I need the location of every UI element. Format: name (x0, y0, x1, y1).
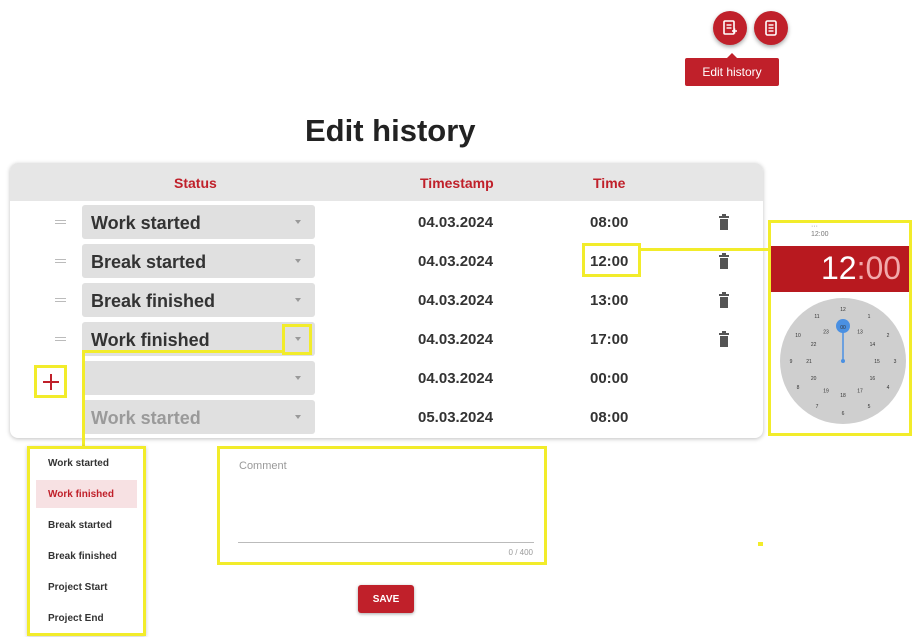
menu-item[interactable]: Project Start (36, 573, 137, 601)
status-select[interactable]: Work started (82, 205, 315, 239)
drag-handle-icon[interactable] (55, 337, 66, 341)
trash-icon[interactable] (716, 291, 732, 309)
clock-hour-inner[interactable]: 18 (840, 393, 846, 399)
hour-display[interactable]: 12 (821, 250, 857, 286)
chevron-down-icon (295, 376, 301, 380)
comment-field[interactable]: Comment 0 / 400 (217, 446, 547, 565)
edit-history-icon (723, 20, 737, 35)
timestamp-cell[interactable]: 04.03.2024 (418, 370, 493, 387)
menu-item[interactable]: Break started (36, 511, 137, 539)
status-select[interactable]: Break started (82, 244, 315, 278)
connector-line (82, 350, 85, 446)
time-cell[interactable]: 08:00 (590, 214, 628, 231)
tooltip: Edit history (685, 53, 779, 86)
status-select[interactable]: Break finished (82, 283, 315, 317)
edit-history-button[interactable] (713, 11, 747, 45)
notes-icon (765, 20, 777, 36)
status-value: Break finished (91, 291, 216, 311)
clock-hour-outer[interactable]: 12 (840, 307, 846, 313)
drag-handle-icon[interactable] (55, 298, 66, 302)
character-counter: 0 / 400 (508, 548, 533, 557)
status-dropdown-menu: Work started Work finished Break started… (27, 446, 146, 636)
status-value: Work started (91, 213, 201, 233)
clock-dial[interactable]: 121234567891011001314151617181920212223 (776, 294, 910, 428)
clock-hour-outer[interactable]: 2 (887, 333, 890, 339)
table-row: 04.03.2024 00:00 (10, 361, 763, 395)
table-row: Work started 04.03.2024 08:00 (10, 205, 763, 239)
time-cell[interactable]: 13:00 (590, 292, 628, 309)
clock-hour-outer[interactable]: 4 (887, 385, 890, 391)
dropdown-highlight (282, 324, 312, 355)
minute-display[interactable]: 00 (865, 250, 901, 286)
menu-item[interactable]: Break finished (36, 542, 137, 570)
comment-label: Comment (239, 460, 287, 472)
status-select[interactable] (82, 361, 315, 395)
plus-icon (42, 373, 59, 390)
status-value: Break started (91, 252, 207, 272)
highlight-marker (758, 542, 763, 546)
timestamp-cell[interactable]: 04.03.2024 (418, 253, 493, 270)
menu-item[interactable]: Work started (36, 449, 137, 477)
clock-hour-outer[interactable]: 8 (797, 385, 800, 391)
clock-hour-inner[interactable]: 15 (874, 359, 880, 365)
clock-hour-inner[interactable]: 23 (823, 330, 829, 336)
clock-hour-outer[interactable]: 9 (790, 359, 793, 365)
trash-icon[interactable] (716, 213, 732, 231)
table-row: Break finished 04.03.2024 13:00 (10, 283, 763, 317)
menu-item-selected[interactable]: Work finished (36, 480, 137, 508)
save-button[interactable]: SAVE (358, 585, 414, 613)
clock-hour-outer[interactable]: 10 (795, 333, 801, 339)
time-cell[interactable]: 00:00 (590, 370, 628, 387)
clock-hour-inner[interactable]: 19 (823, 388, 829, 394)
clock-hour-outer[interactable]: 1 (868, 314, 871, 320)
chevron-down-icon (295, 220, 301, 224)
clock-hour-outer[interactable]: 3 (894, 359, 897, 365)
timestamp-cell[interactable]: 04.03.2024 (418, 292, 493, 309)
chevron-down-icon (295, 298, 301, 302)
clock-hour-inner[interactable]: 21 (806, 359, 812, 365)
time-picker-header: 12:00 (771, 246, 909, 292)
notes-button[interactable] (754, 11, 788, 45)
clock-hour-inner[interactable]: 16 (870, 376, 876, 382)
chevron-down-icon (295, 259, 301, 263)
history-table: Status Timestamp Time Work started 04.03… (10, 163, 763, 438)
menu-item[interactable]: Project End (36, 604, 137, 632)
time-highlight (582, 243, 641, 277)
drag-handle-icon[interactable] (55, 259, 66, 263)
timestamp-cell[interactable]: 04.03.2024 (418, 331, 493, 348)
table-row: Work started 05.03.2024 08:00 (10, 400, 763, 434)
time-picker-small-label: ··· 12:00 (811, 223, 829, 238)
timestamp-cell[interactable]: 05.03.2024 (418, 409, 493, 426)
add-row-button[interactable] (34, 365, 67, 398)
clock-hour-inner[interactable]: 13 (857, 330, 863, 336)
drag-handle-icon[interactable] (55, 220, 66, 224)
status-select[interactable]: Work started (82, 400, 315, 434)
timestamp-cell[interactable]: 04.03.2024 (418, 214, 493, 231)
clock-hour-outer[interactable]: 5 (868, 404, 871, 410)
header-time: Time (593, 175, 626, 191)
clock-hour-inner[interactable]: 22 (811, 342, 817, 348)
header-timestamp: Timestamp (420, 175, 494, 191)
page-title: Edit history (305, 113, 476, 148)
clock-hour-inner[interactable]: 17 (857, 388, 863, 394)
table-header: Status Timestamp Time (10, 163, 763, 201)
clock-hour-outer[interactable]: 11 (814, 314, 819, 320)
comment-underline (238, 542, 534, 543)
connector-line (641, 248, 768, 251)
connector-line (82, 350, 282, 353)
clock-hour-inner[interactable]: 20 (811, 376, 817, 382)
status-value: Work started (91, 408, 201, 428)
time-cell[interactable]: 08:00 (590, 409, 628, 426)
trash-icon[interactable] (716, 252, 732, 270)
trash-icon[interactable] (716, 330, 732, 348)
status-value: Work finished (91, 330, 210, 350)
header-status: Status (174, 175, 217, 191)
clock-hour-inner[interactable]: 14 (870, 342, 876, 348)
clock-hour-outer[interactable]: 7 (816, 404, 819, 410)
clock-hour-inner[interactable]: 00 (840, 325, 846, 331)
time-cell[interactable]: 17:00 (590, 331, 628, 348)
clock-hour-outer[interactable]: 6 (842, 411, 845, 417)
time-picker: ··· 12:00 12:00 12 1 2 3 4 5 6 7 8 9 10 11 00 13 14 15 16… (768, 220, 912, 436)
chevron-down-icon (295, 415, 301, 419)
